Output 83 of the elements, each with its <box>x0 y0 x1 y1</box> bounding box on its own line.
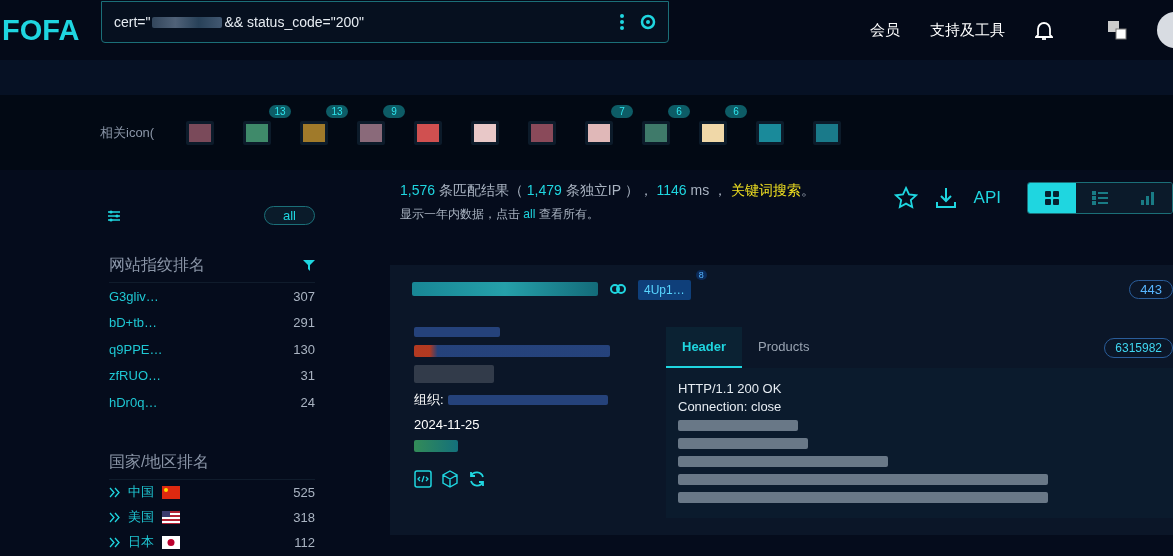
site-icon-thumbnail[interactable] <box>528 120 556 145</box>
nav-link[interactable]: 会员 <box>870 20 900 40</box>
redacted-text <box>152 16 223 28</box>
count-badge: 6 <box>668 104 690 118</box>
double-chevron-icon <box>109 536 120 548</box>
link-icon[interactable] <box>610 284 626 294</box>
tab[interactable]: Header <box>666 327 743 368</box>
count-text: 291 <box>293 315 315 331</box>
api-link[interactable]: API <box>973 188 1001 208</box>
count-text: 307 <box>293 288 315 304</box>
tab[interactable]: Products <box>742 327 826 368</box>
view-toggle-button[interactable] <box>1076 183 1124 213</box>
nav-link[interactable]: 支持及工具 <box>930 20 1005 40</box>
site-icon-thumbnail[interactable] <box>813 120 841 145</box>
count-badge: 7 <box>611 104 633 118</box>
double-chevron-icon <box>109 486 120 498</box>
star-icon[interactable] <box>893 186 918 210</box>
translate-icon[interactable] <box>1107 20 1127 40</box>
list-icon <box>1091 190 1109 206</box>
fingerprint-link[interactable]: q9PPE… <box>109 341 163 357</box>
related-icons-label: 相关icon( <box>100 123 156 142</box>
site-icon-thumbnail[interactable] <box>414 120 442 145</box>
header-line: Connection: close <box>678 398 783 416</box>
search-field[interactable]: cert=" && status_code="200" <box>101 1 669 43</box>
site-icon-thumbnail[interactable] <box>699 120 727 145</box>
site-icon-thumbnail[interactable] <box>300 120 328 145</box>
fingerprint-link[interactable]: bD+tb… <box>109 315 158 331</box>
count-badge: 8 <box>695 270 707 280</box>
avatar-icon[interactable] <box>1157 12 1173 48</box>
count-badge: 13 <box>269 104 291 118</box>
count-text: 112 <box>294 534 315 550</box>
count-text: 525 <box>293 484 315 500</box>
site-icon-thumbnail[interactable] <box>585 120 613 145</box>
all-button[interactable]: all <box>264 206 315 225</box>
funnel-icon[interactable] <box>303 260 315 271</box>
country-link[interactable]: 日本 <box>128 533 154 551</box>
view-toggle-button[interactable] <box>1028 183 1076 213</box>
refresh-icon[interactable] <box>468 470 486 488</box>
filter-settings-icon[interactable] <box>107 208 121 223</box>
download-icon[interactable] <box>933 186 958 210</box>
count-badge: 9 <box>383 104 405 118</box>
site-icon-thumbnail[interactable] <box>243 120 271 145</box>
date-text: 2024-11-25 <box>414 417 481 432</box>
cube-icon[interactable] <box>442 470 458 488</box>
site-icon-thumbnail[interactable] <box>186 120 214 145</box>
site-icon-thumbnail[interactable] <box>471 120 499 145</box>
more-icon[interactable] <box>620 14 624 30</box>
site-icon-thumbnail[interactable] <box>357 120 385 145</box>
time-range-note: 显示一年内数据，点击 all 查看所有。 <box>400 206 600 223</box>
count-text: 31 <box>300 368 315 384</box>
section-title: 国家/地区排名 <box>109 451 210 472</box>
count-text: 318 <box>293 509 315 525</box>
fingerprint-link[interactable]: zfRUO… <box>109 368 161 384</box>
org-label: 组织: <box>414 391 444 409</box>
flag-icon <box>162 535 180 549</box>
country-link[interactable]: 美国 <box>128 508 154 526</box>
site-icon-thumbnail[interactable] <box>642 120 670 145</box>
fingerprint-link[interactable]: hDr0q… <box>109 394 158 410</box>
count-text: 130 <box>293 341 315 357</box>
country-link[interactable]: 中国 <box>128 483 154 501</box>
flag-icon <box>162 485 180 499</box>
double-chevron-icon <box>109 511 120 523</box>
section-title: 网站指纹排名 <box>109 255 205 275</box>
count-badge: 13 <box>326 104 348 118</box>
redacted-text <box>414 440 458 452</box>
bar-chart-icon <box>1140 190 1156 206</box>
count-badge: 6 <box>725 104 747 118</box>
search-icon[interactable] <box>640 14 656 30</box>
site-icon-thumbnail[interactable] <box>756 120 784 145</box>
result-summary: 1,576 条匹配结果（ 1,479 条独立IP ）， 1146 ms ， 关键词搜索。 <box>400 182 815 200</box>
view-toggle-button[interactable] <box>1124 183 1172 213</box>
grid-icon <box>1044 190 1060 206</box>
all-link[interactable]: all <box>523 207 536 221</box>
fingerprint-link[interactable]: G3gliv… <box>109 288 159 304</box>
bell-icon[interactable] <box>1035 20 1053 40</box>
code-icon[interactable] <box>414 470 432 488</box>
count-text: 24 <box>300 394 315 410</box>
tag-label[interactable]: 4Up1… <box>638 280 691 300</box>
query-text: cert=" <box>114 14 151 30</box>
query-text: && status_code="200" <box>224 14 365 30</box>
flag-icon <box>162 510 180 524</box>
header-line: HTTP/1.1 200 OK <box>678 380 783 398</box>
logo[interactable]: FOFA <box>2 13 101 47</box>
